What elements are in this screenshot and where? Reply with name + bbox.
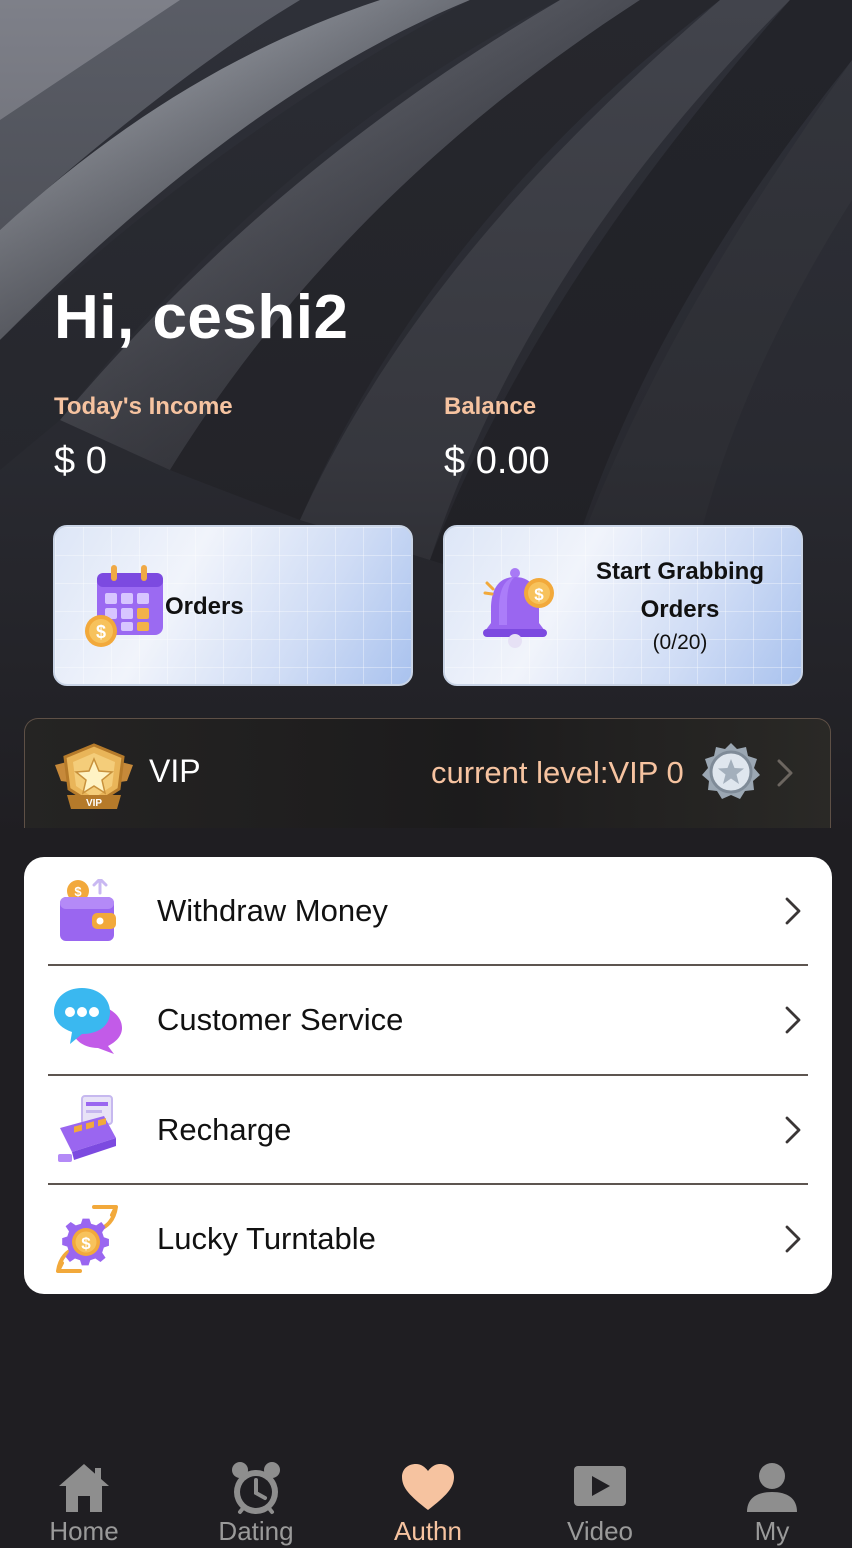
nav-label: Authn	[394, 1516, 462, 1546]
user-icon	[747, 1463, 797, 1512]
pos-terminal-icon	[54, 1094, 120, 1169]
bell-coin-icon: $	[481, 565, 557, 654]
nav-tab-authn[interactable]: Authn	[358, 1448, 498, 1548]
menu-item-label: Recharge	[157, 1112, 292, 1147]
vip-chevron-right-icon	[773, 757, 797, 794]
nav-label: Dating	[218, 1516, 294, 1546]
nav-tab-video[interactable]: Video	[530, 1448, 670, 1548]
nav-label: Video	[566, 1516, 634, 1546]
chevron-right-icon	[782, 895, 804, 932]
svg-text:$: $	[81, 1234, 91, 1253]
start-grabbing-title: Start Grabbing Orders	[595, 558, 764, 623]
chat-bubbles-icon	[52, 986, 124, 1059]
nav-tab-my[interactable]: My	[702, 1448, 842, 1548]
silver-medal-icon	[699, 741, 763, 810]
alarm-clock-icon	[232, 1462, 280, 1514]
balance-value: $ 0.00	[444, 440, 550, 482]
video-camera-icon	[574, 1466, 626, 1506]
vip-star-badge-icon: VIP	[53, 743, 135, 818]
vip-badge-text: VIP	[86, 798, 102, 809]
menu-item-label: Lucky Turntable	[157, 1221, 376, 1256]
svg-text:$: $	[74, 884, 82, 899]
income-label: Today's Income	[54, 393, 233, 420]
grab-progress-count: (0/20)	[652, 631, 708, 654]
income-value: $ 0	[54, 440, 107, 482]
menu-item-customer-service[interactable]: Customer Service	[24, 966, 832, 1074]
coin-gear-icon: $	[54, 1203, 120, 1280]
menu-item-label: Withdraw Money	[157, 893, 388, 928]
home-icon	[59, 1464, 109, 1512]
nav-label: My	[754, 1516, 790, 1546]
greeting-title: Hi, ceshi2	[54, 283, 349, 352]
menu-list: $ Withdraw Money Customer Service Rechar…	[24, 857, 832, 1294]
start-grabbing-card[interactable]: $ Start Grabbing Orders (0/20)	[443, 525, 803, 686]
heart-icon	[402, 1464, 454, 1510]
nav-label: Home	[49, 1516, 119, 1546]
wallet-icon: $	[50, 876, 122, 948]
header-background: Hi, ceshi2 Today's Income $ 0 Balance $ …	[0, 0, 852, 840]
vip-level-bar[interactable]: VIP VIP current level:VIP 0	[24, 718, 831, 828]
menu-item-label: Customer Service	[157, 1002, 404, 1037]
menu-item-withdraw-money[interactable]: $ Withdraw Money	[24, 857, 832, 965]
vip-title: VIP	[149, 753, 201, 789]
chevron-right-icon	[782, 1114, 804, 1151]
orders-card[interactable]: $ Orders	[53, 525, 413, 686]
chevron-right-icon	[782, 1223, 804, 1260]
svg-text:$: $	[96, 622, 106, 642]
svg-text:$: $	[534, 585, 544, 604]
bottom-navigation: Home Dating Authn Video My	[0, 1448, 852, 1548]
balance-label: Balance	[444, 393, 537, 420]
menu-item-lucky-turntable[interactable]: $ Lucky Turntable	[24, 1185, 832, 1293]
nav-tab-home[interactable]: Home	[14, 1448, 154, 1548]
menu-item-recharge[interactable]: Recharge	[24, 1076, 832, 1184]
chevron-right-icon	[782, 1004, 804, 1041]
calendar-coin-icon: $	[83, 565, 167, 654]
orders-label: Orders	[165, 593, 244, 620]
nav-tab-dating[interactable]: Dating	[186, 1448, 326, 1548]
vip-current-level: current level:VIP 0	[431, 755, 684, 790]
